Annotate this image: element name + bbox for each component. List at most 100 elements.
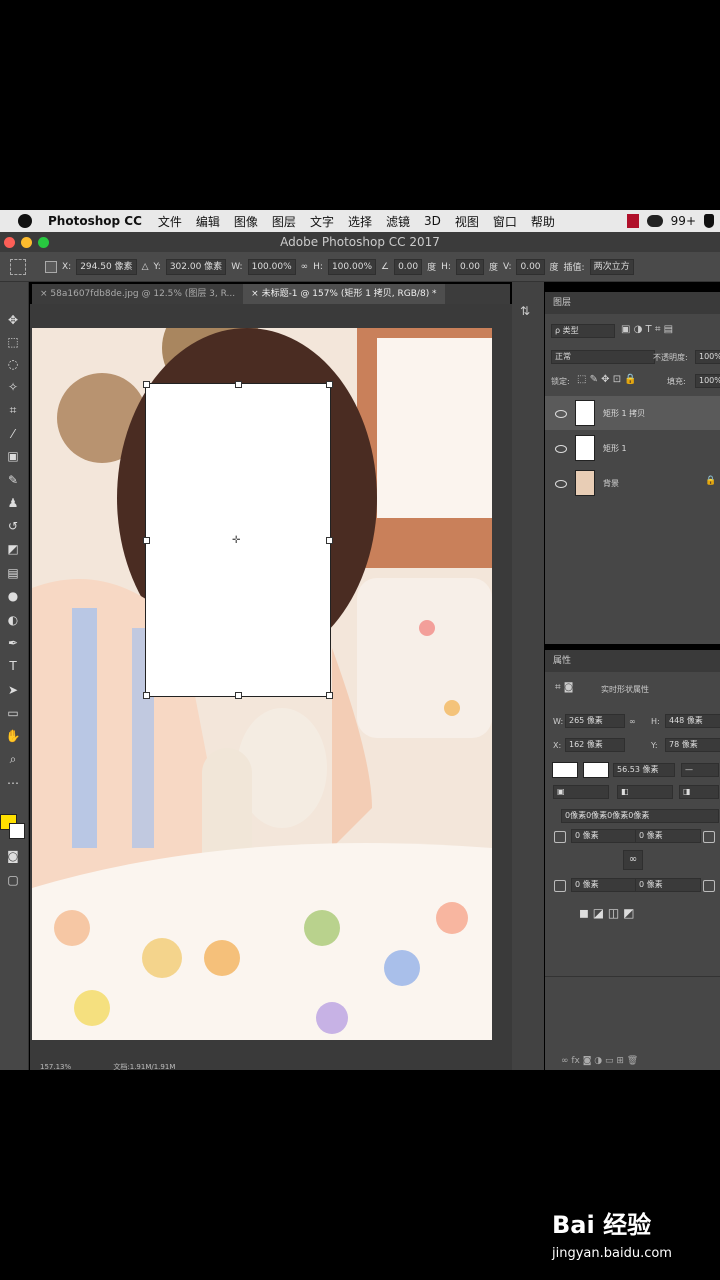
crop-tool-icon[interactable]: ⌗ (5, 402, 21, 418)
lock-icons[interactable]: ⬚ ✎ ✥ ⊡ 🔒 (577, 374, 637, 385)
h-field[interactable]: 100.00% (327, 258, 376, 275)
shape-x-field[interactable]: 162 像素 (565, 738, 625, 752)
marquee-tool-icon[interactable]: ⬚ (5, 334, 21, 350)
blend-mode-select[interactable]: 正常 (551, 350, 655, 364)
shape-width-field[interactable]: 265 像素 (565, 714, 625, 728)
zoom-window-button[interactable] (38, 237, 49, 248)
opacity-field[interactable]: 100% (695, 350, 720, 364)
pathfinder-buttons[interactable]: ◼ ◪ ◫ ◩ (579, 906, 634, 920)
history-brush-tool-icon[interactable]: ↺ (5, 518, 21, 534)
link-corners-icon[interactable]: ∞ (623, 850, 643, 870)
reference-point-icon[interactable] (45, 260, 57, 273)
tab-document-1[interactable]: × 58a1607fdb8de.jpg @ 12.5% (图层 3, R... (32, 284, 243, 304)
background-color-swatch[interactable] (9, 823, 25, 839)
blur-tool-icon[interactable]: ● (5, 588, 21, 604)
layer-name[interactable]: 矩形 1 拷贝 (603, 408, 645, 419)
link-icon[interactable]: ∞ (301, 262, 309, 272)
history-panel-icon[interactable]: ⇅ (520, 304, 530, 318)
eyedropper-tool-icon[interactable]: ⁄ (5, 426, 21, 442)
transform-handle[interactable] (235, 381, 242, 388)
delta-icon[interactable]: △ (142, 262, 149, 272)
stroke-width-field[interactable]: 56.53 像素 (613, 763, 675, 777)
hand-tool-icon[interactable]: ✋ (5, 728, 21, 744)
menu-layer[interactable]: 图层 (272, 213, 296, 230)
stroke-cap-select[interactable]: ◧ (617, 785, 673, 799)
link-dimensions-icon[interactable]: ∞ (629, 717, 636, 726)
wechat-icon[interactable] (646, 215, 663, 227)
layer-name[interactable]: 矩形 1 (603, 443, 627, 454)
transform-handle[interactable] (326, 537, 333, 544)
layer-name[interactable]: 背景 (603, 478, 619, 489)
transform-handle[interactable] (326, 692, 333, 699)
menu-type[interactable]: 文字 (310, 213, 334, 230)
corner-br-field[interactable]: 0 像素 (635, 878, 701, 892)
transform-handle[interactable] (143, 381, 150, 388)
hskew-field[interactable]: 0.00 (455, 258, 484, 275)
menu-3d[interactable]: 3D (424, 214, 441, 228)
more-tools-icon[interactable]: ⋯ (5, 775, 21, 791)
menu-filter[interactable]: 滤镜 (386, 213, 410, 230)
stroke-align-select[interactable]: ▣ (553, 785, 609, 799)
stroke-color-swatch[interactable] (583, 762, 609, 778)
transform-tool-icon[interactable] (10, 258, 26, 275)
interpolation-select[interactable]: 两次立方 (589, 258, 634, 275)
menu-edit[interactable]: 编辑 (196, 213, 220, 230)
move-tool-icon[interactable]: ✥ (5, 312, 21, 328)
clone-stamp-tool-icon[interactable]: ♟ (5, 495, 21, 511)
y-field[interactable]: 302.00 像素 (165, 258, 227, 275)
corner-tl-field[interactable]: 0 像素 (571, 829, 637, 843)
minimize-window-button[interactable] (21, 237, 32, 248)
menu-help[interactable]: 帮助 (531, 213, 555, 230)
fill-color-swatch[interactable] (552, 762, 578, 778)
corner-tr-field[interactable]: 0 像素 (635, 829, 701, 843)
tab-document-2[interactable]: × 未标题-1 @ 157% (矩形 1 拷贝, RGB/8) * (243, 284, 445, 304)
eraser-tool-icon[interactable]: ◩ (5, 541, 21, 557)
pen-tool-icon[interactable]: ✒ (5, 635, 21, 651)
menu-image[interactable]: 图像 (234, 213, 258, 230)
menu-app-name[interactable]: Photoshop CC (48, 214, 142, 228)
qq-icon[interactable] (704, 214, 714, 228)
dodge-tool-icon[interactable]: ◐ (5, 612, 21, 628)
vskew-field[interactable]: 0.00 (516, 258, 545, 275)
corner-bl-field[interactable]: 0 像素 (571, 878, 637, 892)
app-badge-icon[interactable] (626, 214, 639, 228)
shape-y-field[interactable]: 78 像素 (665, 738, 720, 752)
layer-filter-icons[interactable]: ▣ ◑ T ⌗ ▤ (621, 324, 673, 335)
menu-window[interactable]: 窗口 (493, 213, 517, 230)
properties-panel-title[interactable]: 属性 (545, 650, 720, 672)
magic-wand-tool-icon[interactable]: ✧ (5, 379, 21, 395)
angle-field[interactable]: 0.00 (394, 258, 423, 275)
rectangle-tool-icon[interactable]: ▭ (5, 705, 21, 721)
fill-field[interactable]: 100% (695, 374, 720, 388)
transform-handle[interactable] (326, 381, 333, 388)
visibility-eye-icon[interactable] (555, 445, 567, 453)
stroke-style-select[interactable]: — (681, 763, 719, 777)
transform-handle[interactable] (143, 692, 150, 699)
layer-row[interactable]: 矩形 1 (545, 431, 720, 465)
close-window-button[interactable] (4, 237, 15, 248)
white-rectangle-shape[interactable]: ✛ (143, 381, 333, 699)
menu-view[interactable]: 视图 (455, 213, 479, 230)
visibility-eye-icon[interactable] (555, 480, 567, 488)
transform-handle[interactable] (143, 537, 150, 544)
w-field[interactable]: 100.00% (247, 258, 296, 275)
zoom-tool-icon[interactable]: ⌕ (5, 751, 21, 767)
quick-mask-icon[interactable]: ◙ (5, 848, 21, 864)
healing-brush-tool-icon[interactable]: ▣ (5, 448, 21, 464)
layer-actions-icons[interactable]: ∞ fx ◙ ◑ ▭ ⊞ 🗑 (561, 1056, 638, 1066)
menu-file[interactable]: 文件 (158, 213, 182, 230)
screen-mode-icon[interactable]: ▢ (5, 872, 21, 888)
brush-tool-icon[interactable]: ✎ (5, 472, 21, 488)
lasso-tool-icon[interactable]: ◌ (5, 356, 21, 372)
shape-height-field[interactable]: 448 像素 (665, 714, 720, 728)
menu-select[interactable]: 选择 (348, 213, 372, 230)
layers-panel-title[interactable]: 图层 (545, 292, 720, 314)
path-selection-tool-icon[interactable]: ➤ (5, 682, 21, 698)
gradient-tool-icon[interactable]: ▤ (5, 565, 21, 581)
layer-filter-select[interactable]: ρ 类型 (551, 324, 615, 338)
layer-row[interactable]: 背景 🔒 (545, 466, 720, 500)
transform-handle[interactable] (235, 692, 242, 699)
type-tool-icon[interactable]: T (5, 658, 21, 674)
corner-radius-all-field[interactable]: 0像素0像素0像素0像素 (561, 809, 719, 823)
stroke-join-select[interactable]: ◨ (679, 785, 719, 799)
